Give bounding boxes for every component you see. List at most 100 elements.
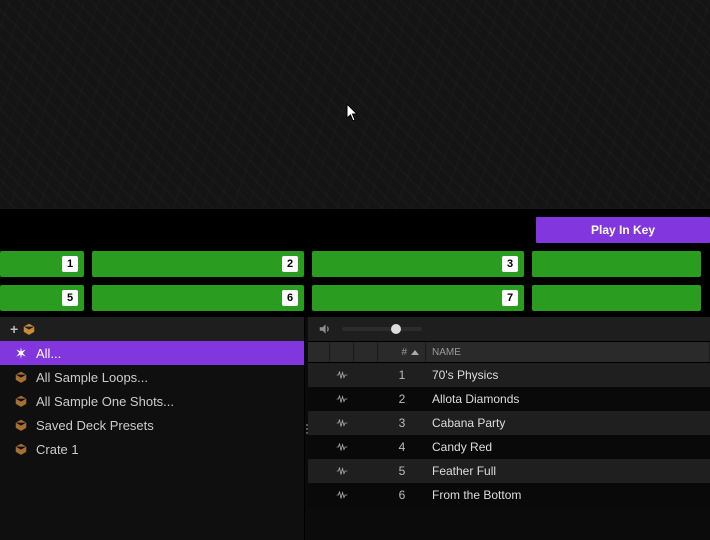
sidebar-toolbar: + (0, 317, 304, 341)
cell-blank2 (354, 411, 378, 435)
cell-index: 2 (378, 387, 426, 411)
waveform-icon (336, 440, 348, 454)
table-row[interactable]: 6From the Bottom (308, 483, 710, 507)
sidebar-item[interactable]: Crate 1 (0, 437, 304, 461)
table-row[interactable]: 170's Physics (308, 363, 710, 387)
sidebar-item[interactable]: All Sample One Shots... (0, 389, 304, 413)
pad-number-badge: 5 (62, 290, 78, 306)
crates-sidebar: + All... All Sample Loops... All Sample On… (0, 317, 305, 540)
cell-name: Cabana Party (426, 411, 710, 435)
cell-index: 5 (378, 459, 426, 483)
sidebar-item-label: All... (36, 346, 61, 361)
cell-name: Candy Red (426, 435, 710, 459)
cell-index: 3 (378, 411, 426, 435)
cell-blank2 (354, 483, 378, 507)
sample-pad[interactable]: 5 (0, 285, 84, 311)
crates-list: All... All Sample Loops... All Sample One … (0, 341, 304, 540)
sort-asc-icon (411, 350, 419, 355)
sidebar-item[interactable]: Saved Deck Presets (0, 413, 304, 437)
preview-volume-slider[interactable] (342, 327, 422, 331)
crate-icon (14, 394, 28, 408)
pad-number-badge: 3 (502, 256, 518, 272)
col-name-label: NAME (432, 347, 461, 358)
pad-number-badge: 6 (282, 290, 298, 306)
pad-row: 5 6 7 (0, 285, 710, 311)
cell-blank (308, 483, 330, 507)
cell-name: Allota Diamonds (426, 387, 710, 411)
cell-blank (308, 411, 330, 435)
tracks-panel: # NAME 170's Physics2Allota Diamonds3Cab… (308, 317, 710, 540)
sample-pad[interactable]: 6 (92, 285, 304, 311)
cell-wave (330, 387, 354, 411)
tracks-table-header: # NAME (308, 341, 710, 363)
cell-blank (308, 435, 330, 459)
table-row[interactable]: 5Feather Full (308, 459, 710, 483)
separator (0, 209, 710, 217)
waveform-icon (336, 488, 348, 502)
cell-blank2 (354, 459, 378, 483)
cell-wave (330, 483, 354, 507)
sample-pad[interactable]: 1 (0, 251, 84, 277)
pad-number-badge: 1 (62, 256, 78, 272)
table-row[interactable]: 2Allota Diamonds (308, 387, 710, 411)
asterisk-icon (14, 346, 28, 360)
col-blank-1[interactable] (330, 342, 354, 362)
cell-name: From the Bottom (426, 483, 710, 507)
col-blank-0[interactable] (308, 342, 330, 362)
waveform-icon (336, 416, 348, 430)
cell-wave (330, 363, 354, 387)
preview-volume-row (308, 317, 710, 341)
col-name[interactable]: NAME (426, 342, 710, 362)
cell-name: 70's Physics (426, 363, 710, 387)
tracks-table-body: 170's Physics2Allota Diamonds3Cabana Par… (308, 363, 710, 540)
sample-pad[interactable]: 3 (312, 251, 524, 277)
crate-icon (14, 442, 28, 456)
play-in-key-row: Play In Key (0, 217, 710, 243)
cell-blank (308, 387, 330, 411)
sidebar-item-label: All Sample One Shots... (36, 394, 174, 409)
speaker-icon (318, 322, 332, 336)
cell-blank2 (354, 387, 378, 411)
mouse-cursor (346, 103, 360, 123)
sidebar-item[interactable]: All... (0, 341, 304, 365)
table-row[interactable]: 3Cabana Party (308, 411, 710, 435)
crate-icon (22, 322, 36, 336)
cell-blank2 (354, 435, 378, 459)
add-crate-button[interactable]: + (10, 321, 36, 337)
cell-blank2 (354, 363, 378, 387)
cell-name: Feather Full (426, 459, 710, 483)
pad-number-badge: 7 (502, 290, 518, 306)
pad-grid: 1 2 3 5 6 7 (0, 243, 710, 317)
sidebar-item[interactable]: All Sample Loops... (0, 365, 304, 389)
sidebar-item-label: Crate 1 (36, 442, 79, 457)
sidebar-item-label: Saved Deck Presets (36, 418, 154, 433)
waveform-icon (336, 392, 348, 406)
table-row[interactable]: 4Candy Red (308, 435, 710, 459)
play-in-key-button[interactable]: Play In Key (536, 217, 710, 243)
sample-pad[interactable]: 7 (312, 285, 524, 311)
cell-wave (330, 411, 354, 435)
sample-pad[interactable]: 2 (92, 251, 304, 277)
plus-icon: + (10, 321, 18, 337)
col-index-label: # (401, 347, 407, 358)
sample-pad[interactable] (532, 251, 701, 277)
cell-wave (330, 459, 354, 483)
crate-icon (14, 370, 28, 384)
col-blank-2[interactable] (354, 342, 378, 362)
cell-wave (330, 435, 354, 459)
pad-number-badge: 2 (282, 256, 298, 272)
waveform-icon (336, 464, 348, 478)
cell-blank (308, 459, 330, 483)
cell-blank (308, 363, 330, 387)
col-index[interactable]: # (378, 342, 426, 362)
cell-index: 6 (378, 483, 426, 507)
cell-index: 1 (378, 363, 426, 387)
pad-row: 1 2 3 (0, 251, 710, 277)
crate-icon (14, 418, 28, 432)
sample-pad[interactable] (532, 285, 701, 311)
sidebar-item-label: All Sample Loops... (36, 370, 148, 385)
cell-index: 4 (378, 435, 426, 459)
library-panel: + All... All Sample Loops... All Sample On… (0, 317, 710, 540)
waveform-icon (336, 368, 348, 382)
deck-display-area (0, 0, 710, 209)
